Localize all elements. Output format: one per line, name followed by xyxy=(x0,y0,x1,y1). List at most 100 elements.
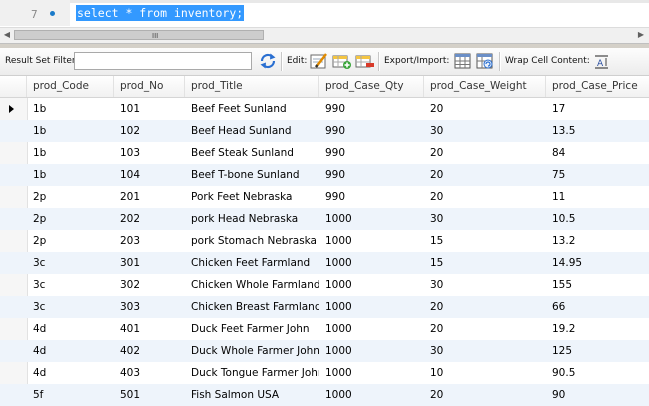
table-cell[interactable]: 1b xyxy=(29,164,114,186)
table-cell[interactable]: Chicken Feet Farmland xyxy=(187,252,319,274)
column-header[interactable]: prod_Case_Weight xyxy=(424,76,546,97)
delete-row-icon[interactable] xyxy=(355,51,375,71)
table-cell[interactable]: 403 xyxy=(116,362,185,384)
table-cell[interactable]: 30 xyxy=(426,274,546,296)
table-cell[interactable]: 1b xyxy=(29,98,114,120)
table-cell[interactable]: Beef Head Sunland xyxy=(187,120,319,142)
table-cell[interactable]: 15 xyxy=(426,230,546,252)
table-cell[interactable]: Pork Feet Nebraska xyxy=(187,186,319,208)
table-cell[interactable]: 1000 xyxy=(321,208,424,230)
import-icon[interactable] xyxy=(475,51,495,71)
table-row[interactable]: 2p 202 pork Head Nebraska 1000 30 10.5 xyxy=(0,208,649,230)
table-row[interactable]: 1b 101 Beef Feet Sunland 990 20 17 xyxy=(0,98,649,120)
column-header[interactable]: prod_Case_Qty xyxy=(319,76,424,97)
table-cell[interactable]: 301 xyxy=(116,252,185,274)
table-cell[interactable]: 30 xyxy=(426,340,546,362)
wrap-text-icon[interactable]: A xyxy=(592,51,612,71)
table-cell[interactable]: 1000 xyxy=(321,340,424,362)
table-cell[interactable]: 101 xyxy=(116,98,185,120)
table-cell[interactable]: 20 xyxy=(426,318,546,340)
edit-row-icon[interactable] xyxy=(309,51,329,71)
table-cell[interactable]: 1000 xyxy=(321,384,424,406)
table-cell[interactable]: 990 xyxy=(321,186,424,208)
column-header[interactable]: prod_Case_Price xyxy=(546,76,649,97)
table-cell[interactable]: Duck Feet Farmer John xyxy=(187,318,319,340)
table-cell[interactable]: 401 xyxy=(116,318,185,340)
table-cell[interactable]: 90.5 xyxy=(548,362,649,384)
table-cell[interactable]: 20 xyxy=(426,186,546,208)
table-cell[interactable]: 103 xyxy=(116,142,185,164)
table-row[interactable]: 4d 402 Duck Whole Farmer John 1000 30 125 xyxy=(0,340,649,362)
table-cell[interactable]: 1000 xyxy=(321,274,424,296)
table-cell[interactable]: 155 xyxy=(548,274,649,296)
table-cell[interactable]: 20 xyxy=(426,296,546,318)
table-cell[interactable]: 11 xyxy=(548,186,649,208)
table-cell[interactable]: 3c xyxy=(29,252,114,274)
table-cell[interactable]: 13.2 xyxy=(548,230,649,252)
table-cell[interactable]: 5f xyxy=(29,384,114,406)
table-cell[interactable]: Chicken Breast Farmland xyxy=(187,296,319,318)
column-header[interactable]: prod_Title xyxy=(185,76,319,97)
table-cell[interactable]: 1000 xyxy=(321,296,424,318)
table-cell[interactable]: 102 xyxy=(116,120,185,142)
table-cell[interactable]: 15 xyxy=(426,252,546,274)
column-header[interactable]: prod_No xyxy=(114,76,185,97)
table-row[interactable]: 1b 104 Beef T-bone Sunland 990 20 75 xyxy=(0,164,649,186)
table-row[interactable]: 5f 501 Fish Salmon USA 1000 20 90 xyxy=(0,384,649,406)
table-cell[interactable]: 90 xyxy=(548,384,649,406)
table-cell[interactable]: 1b xyxy=(29,142,114,164)
table-cell[interactable]: Beef Steak Sunland xyxy=(187,142,319,164)
table-cell[interactable]: 203 xyxy=(116,230,185,252)
table-cell[interactable]: 4d xyxy=(29,318,114,340)
table-cell[interactable]: 990 xyxy=(321,120,424,142)
table-cell[interactable]: 10.5 xyxy=(548,208,649,230)
table-cell[interactable]: 20 xyxy=(426,384,546,406)
arrow-right-icon[interactable]: ▶ xyxy=(636,30,646,40)
table-row[interactable]: 3c 302 Chicken Whole Farmland 1000 30 155 xyxy=(0,274,649,296)
sql-statement[interactable]: select * from inventory; xyxy=(76,5,245,21)
table-cell[interactable]: 104 xyxy=(116,164,185,186)
column-header[interactable]: prod_Code xyxy=(27,76,114,97)
table-row[interactable]: 2p 203 pork Stomach Nebraska 1000 15 13.2 xyxy=(0,230,649,252)
table-cell[interactable]: 990 xyxy=(321,98,424,120)
table-cell[interactable]: 20 xyxy=(426,142,546,164)
table-row[interactable]: 2p 201 Pork Feet Nebraska 990 20 11 xyxy=(0,186,649,208)
table-row[interactable]: 1b 102 Beef Head Sunland 990 30 13.5 xyxy=(0,120,649,142)
table-cell[interactable]: 1000 xyxy=(321,252,424,274)
table-cell[interactable]: 14.95 xyxy=(548,252,649,274)
table-cell[interactable]: 125 xyxy=(548,340,649,362)
table-cell[interactable]: Beef Feet Sunland xyxy=(187,98,319,120)
scrollbar-thumb[interactable]: III xyxy=(14,30,264,40)
table-row[interactable]: 1b 103 Beef Steak Sunland 990 20 84 xyxy=(0,142,649,164)
refresh-icon[interactable] xyxy=(258,51,278,71)
table-cell[interactable]: 202 xyxy=(116,208,185,230)
result-filter-input[interactable] xyxy=(74,52,252,70)
table-cell[interactable]: 990 xyxy=(321,142,424,164)
table-cell[interactable]: 17 xyxy=(548,98,649,120)
table-cell[interactable]: 4d xyxy=(29,340,114,362)
table-cell[interactable]: 30 xyxy=(426,120,546,142)
arrow-left-icon[interactable]: ◀ xyxy=(2,30,12,40)
table-cell[interactable]: 10 xyxy=(426,362,546,384)
table-cell[interactable]: 303 xyxy=(116,296,185,318)
table-cell[interactable]: Beef T-bone Sunland xyxy=(187,164,319,186)
table-cell[interactable]: 20 xyxy=(426,164,546,186)
table-cell[interactable]: 1000 xyxy=(321,230,424,252)
table-cell[interactable]: 1b xyxy=(29,120,114,142)
table-cell[interactable]: Fish Salmon USA xyxy=(187,384,319,406)
table-cell[interactable]: 66 xyxy=(548,296,649,318)
table-cell[interactable]: 2p xyxy=(29,230,114,252)
table-cell[interactable]: 19.2 xyxy=(548,318,649,340)
table-cell[interactable]: 13.5 xyxy=(548,120,649,142)
add-row-icon[interactable] xyxy=(332,51,352,71)
table-cell[interactable]: pork Head Nebraska xyxy=(187,208,319,230)
table-cell[interactable]: 402 xyxy=(116,340,185,362)
table-cell[interactable]: 4d xyxy=(29,362,114,384)
table-cell[interactable]: 2p xyxy=(29,186,114,208)
table-cell[interactable]: 3c xyxy=(29,274,114,296)
table-row[interactable]: 4d 403 Duck Tongue Farmer John 1000 10 90.5 xyxy=(0,362,649,384)
export-icon[interactable] xyxy=(453,51,473,71)
table-cell[interactable]: Chicken Whole Farmland xyxy=(187,274,319,296)
table-cell[interactable]: 2p xyxy=(29,208,114,230)
table-cell[interactable]: 20 xyxy=(426,98,546,120)
